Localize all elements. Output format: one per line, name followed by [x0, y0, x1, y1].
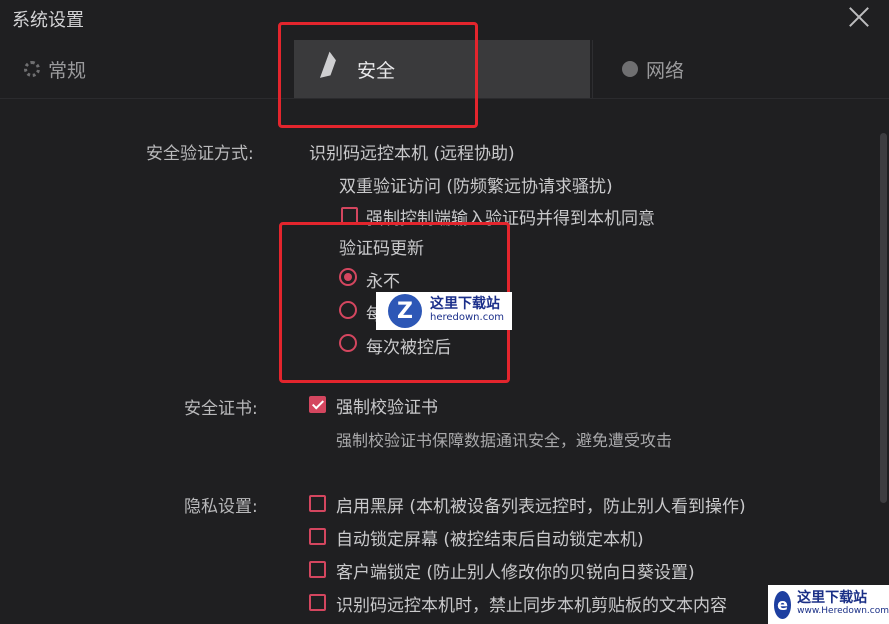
- tab-general[interactable]: 常规: [24, 40, 86, 98]
- double-verify-text: 双重验证访问 (防频繁远协请求骚扰): [339, 177, 613, 197]
- close-icon[interactable]: [848, 6, 870, 28]
- autolock-checkbox[interactable]: [309, 528, 326, 545]
- watermark-title: 这里下载站: [797, 589, 868, 606]
- watermark-center: Z 这里下载站 heredown.com: [376, 292, 512, 330]
- force-cert-checkbox[interactable]: [309, 396, 326, 413]
- force-cert-label: 强制校验证书: [336, 398, 438, 418]
- scrollbar-thumb[interactable]: [880, 133, 887, 503]
- clipboard-label: 识别码远控本机时，禁止同步本机剪贴板的文本内容: [336, 596, 727, 616]
- client-lock-label: 客户端锁定 (防止别人修改你的贝锐向日葵设置): [336, 563, 695, 583]
- globe-icon: [622, 61, 638, 77]
- watermark-corner: e 这里下载站 www.Heredown.com: [768, 585, 889, 624]
- privacy-label: 隐私设置:: [184, 497, 258, 517]
- tab-label: 常规: [48, 59, 87, 82]
- verify-method-value: 识别码远控本机 (远程协助): [309, 144, 515, 164]
- clipboard-checkbox[interactable]: [309, 594, 326, 611]
- gear-icon: [24, 61, 40, 77]
- scrollbar[interactable]: [880, 133, 887, 503]
- cert-description: 强制校验证书保障数据通讯安全，避免遭受攻击: [336, 431, 673, 450]
- window-title: 系统设置: [12, 10, 84, 31]
- highlight-box-security-tab: [278, 22, 478, 128]
- watermark-url: www.Heredown.com: [797, 605, 889, 616]
- watermark-title: 这里下载站: [430, 296, 500, 312]
- autolock-label: 自动锁定屏幕 (被控结束后自动锁定本机): [336, 530, 644, 550]
- blackscreen-checkbox[interactable]: [309, 495, 326, 512]
- certificate-label: 安全证书:: [184, 399, 258, 419]
- blackscreen-label: 启用黑屏 (本机被设备列表远控时，防止别人看到操作): [336, 497, 746, 517]
- client-lock-checkbox[interactable]: [309, 561, 326, 578]
- heredown-logo-icon: Z: [388, 294, 422, 328]
- tab-network[interactable]: 网络: [622, 40, 684, 98]
- watermark-url: heredown.com: [430, 312, 505, 323]
- heredown-logo-icon: e: [774, 590, 792, 619]
- verify-method-label: 安全验证方式:: [146, 144, 254, 164]
- tab-label: 网络: [646, 59, 685, 82]
- tab-divider: [592, 40, 593, 98]
